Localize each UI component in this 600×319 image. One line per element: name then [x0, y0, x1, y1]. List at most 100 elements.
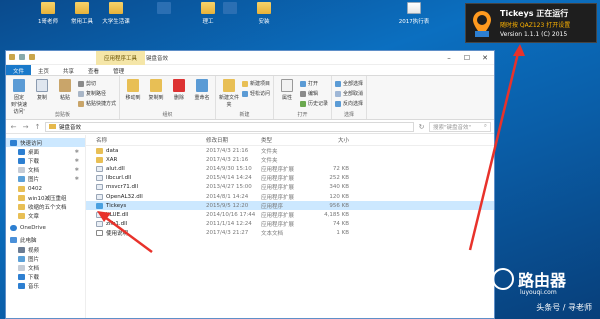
nav-item-downloads[interactable]: 下载	[6, 273, 85, 282]
nav-item-this-pc[interactable]: 此电脑	[6, 236, 85, 245]
move-to-button[interactable]: 移动到	[123, 78, 143, 110]
history-button[interactable]: 历史记录	[300, 100, 328, 107]
cut-button[interactable]: 剪切	[78, 80, 116, 87]
nav-item-folder[interactable]: 收缩的五个文档	[6, 202, 85, 211]
nav-item-videos[interactable]: 视频	[6, 245, 85, 254]
minimize-button[interactable]: –	[440, 51, 458, 65]
copy-path-button[interactable]: 复制路径	[78, 90, 116, 97]
copy-to-button[interactable]: 复制到	[146, 78, 166, 110]
desktop-icon[interactable]: 大学生活课	[96, 2, 136, 25]
forward-icon[interactable]: →	[21, 123, 30, 131]
file-size: 4,185 KB	[324, 211, 349, 218]
window-controls: – ☐ ✕	[440, 51, 494, 65]
column-header-type[interactable]: 类型	[261, 136, 309, 144]
nav-item-documents[interactable]: 文档 ✱	[6, 166, 85, 175]
txt-icon	[96, 230, 103, 237]
nav-item-desktop[interactable]: 桌面 ✱	[6, 147, 85, 156]
file-row[interactable]: data 2017/4/3 21:16 文件夹	[86, 146, 494, 155]
file-row[interactable]: alut.dll 2014/9/30 15:10 应用程序扩展 72 KB	[86, 164, 494, 173]
easy-access-button[interactable]: 轻松访问	[242, 90, 270, 97]
file-name: 使用说明	[106, 231, 129, 238]
nav-item-documents[interactable]: 文档	[6, 263, 85, 272]
select-none-button[interactable]: 全部取消	[335, 90, 363, 97]
file-row[interactable]: 使用说明 2017/4/3 21:27 文本文档 1 KB	[86, 229, 494, 238]
new-folder-icon[interactable]	[29, 54, 35, 60]
properties-icon[interactable]	[19, 54, 25, 60]
column-header-date[interactable]: 修改日期	[206, 136, 261, 144]
file-name: msvcr71.dll	[106, 184, 139, 191]
refresh-icon[interactable]: ↻	[417, 123, 426, 131]
file-row[interactable]: msvcr71.dll 2013/4/27 15:00 应用程序扩展 340 KB	[86, 183, 494, 192]
close-button[interactable]: ✕	[476, 51, 494, 65]
properties-button[interactable]: 属性	[277, 78, 297, 110]
tab-share[interactable]: 共享	[56, 65, 81, 75]
file-size: 340 KB	[329, 184, 349, 191]
tab-manage[interactable]: 管理	[106, 65, 131, 75]
up-icon[interactable]: ↑	[33, 123, 42, 131]
tab-view[interactable]: 查看	[81, 65, 106, 75]
nav-item-onedrive[interactable]: OneDrive	[6, 224, 85, 233]
file-row[interactable]: libcurl.dll 2015/4/14 14:24 应用程序扩展 252 KB	[86, 174, 494, 183]
pin-icon: ✱	[74, 176, 79, 183]
nav-item-folder[interactable]: 0402	[6, 184, 85, 193]
select-all-button[interactable]: 全部选择	[335, 80, 363, 87]
download-icon	[18, 274, 25, 281]
back-icon[interactable]: ←	[9, 123, 18, 131]
desktop-icon[interactable]	[144, 2, 184, 17]
delete-button[interactable]: 删除	[169, 78, 189, 110]
arrowhead-icon	[513, 44, 525, 56]
paste-icon	[59, 79, 71, 92]
copy-button[interactable]: 复制	[32, 78, 52, 110]
tab-home[interactable]: 主页	[31, 65, 56, 75]
file-date: 2014/10/16 17:44	[206, 211, 256, 218]
maximize-button[interactable]: ☐	[458, 51, 476, 65]
folder-icon[interactable]	[9, 54, 15, 60]
file-row[interactable]: Tickeys 2015/9/5 12:20 应用程序 956 KB	[86, 201, 494, 211]
rename-button[interactable]: 重命名	[192, 78, 212, 110]
file-list: 名称 修改日期 类型 大小 data 2017/4/3 21:16 文件夹 XAR 20…	[86, 135, 494, 318]
desktop-icon[interactable]: 2017执行表	[394, 2, 434, 25]
nav-item-quick-access[interactable]: 快速访问	[6, 138, 85, 148]
file-name: libcurl.dll	[106, 175, 132, 182]
column-header-name[interactable]: 名称	[86, 136, 206, 144]
nav-item-folder[interactable]: win10减压重组	[6, 193, 85, 202]
file-type: 应用程序扩展	[261, 176, 295, 183]
edit-button[interactable]: 编辑	[300, 90, 328, 97]
file-size: 72 KB	[332, 165, 349, 172]
address-bar-row: ← → ↑ 键盘音效 ↻ 搜索"键盘音效" ⌕	[6, 120, 494, 134]
copy-path-icon	[78, 90, 84, 97]
group-open: 属性 打开 编辑 历史记录 打开	[274, 76, 333, 119]
file-row[interactable]: zlib1.dll 2011/1/14 12:24 应用程序扩展 74 KB	[86, 220, 494, 229]
nav-item-pictures[interactable]: 图片 ✱	[6, 175, 85, 184]
file-row[interactable]: XAR 2017/4/3 21:16 文件夹	[86, 155, 494, 164]
new-folder-button[interactable]: 新建文件夹	[219, 78, 239, 110]
paste-button[interactable]: 粘贴	[55, 78, 75, 110]
tab-file[interactable]: 文件	[6, 65, 32, 75]
file-type: 应用程序	[261, 203, 284, 210]
file-icon	[223, 2, 237, 14]
open-button[interactable]: 打开	[300, 80, 328, 87]
nav-item-folder[interactable]: 文章	[6, 212, 85, 221]
folder-icon	[75, 2, 89, 14]
paste-shortcut-button[interactable]: 粘贴快捷方式	[78, 100, 116, 107]
search-input[interactable]: 搜索"键盘音效" ⌕	[429, 121, 491, 132]
new-item-button[interactable]: 新建项目	[242, 80, 270, 87]
nav-item-music[interactable]: 音乐	[6, 282, 85, 291]
file-row[interactable]: OpenAL32.dll 2014/8/1 14:24 应用程序扩展 120 KB	[86, 192, 494, 201]
edit-icon	[300, 90, 307, 97]
file-date: 2015/9/5 12:20	[206, 202, 249, 209]
column-header-size[interactable]: 大小	[309, 136, 357, 144]
ribbon-tabs: 文件 主页 共享 查看 管理	[6, 65, 494, 76]
pin-quick-access-button[interactable]: 固定到'快速访问'	[9, 78, 29, 115]
file-row[interactable]: XLUE.dll 2014/10/16 17:44 应用程序扩展 4,185 KB	[86, 210, 494, 219]
desktop-icon[interactable]: 安装	[244, 2, 284, 25]
address-bar[interactable]: 键盘音效	[45, 121, 414, 132]
file-type: 应用程序扩展	[261, 212, 295, 219]
paste-shortcut-icon	[78, 100, 84, 107]
nav-item-pictures[interactable]: 图片	[6, 254, 85, 263]
dll-icon	[96, 211, 103, 218]
nav-item-downloads[interactable]: 下载 ✱	[6, 156, 85, 165]
invert-selection-button[interactable]: 反向选择	[335, 100, 363, 107]
music-icon	[18, 283, 25, 290]
file-name: Tickeys	[106, 202, 127, 209]
